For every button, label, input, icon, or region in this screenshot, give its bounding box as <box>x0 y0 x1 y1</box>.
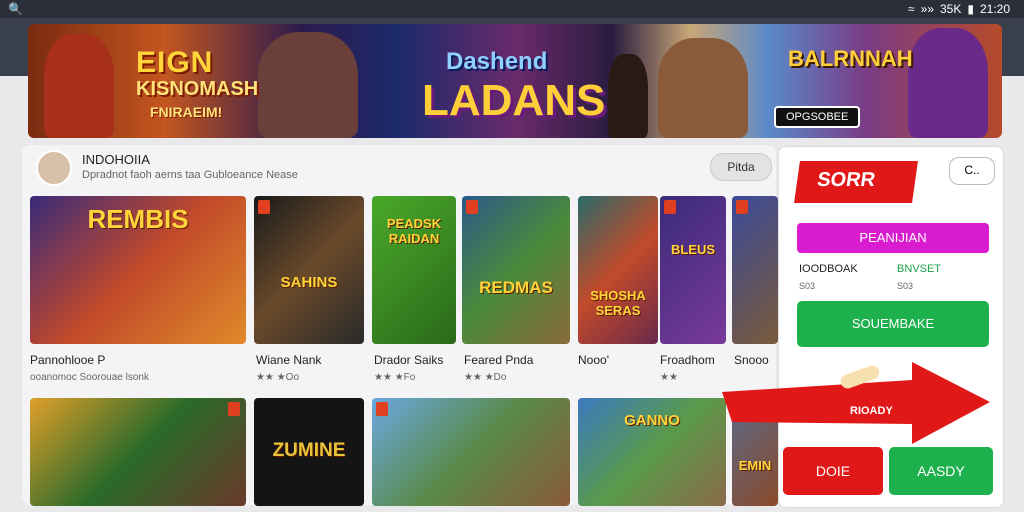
search-icon[interactable]: 🔍 <box>8 2 23 16</box>
game-rating: ★★ <box>660 372 678 383</box>
game-name[interactable]: Wiane Nank <box>256 353 321 367</box>
banner-tagline: FNIRAEIM! <box>150 104 223 120</box>
game-tile-title: SHOSHA SERAS <box>590 288 646 318</box>
panel-label-left: IOODBOAK <box>799 263 858 275</box>
ready-button[interactable]: AASDY <box>889 447 993 495</box>
badge-icon <box>736 200 748 214</box>
game-tile[interactable]: ZUMINE <box>254 398 364 506</box>
game-rating: ooanomoc Soorouae lsonk <box>30 372 149 383</box>
battery-text: 35K <box>940 2 962 16</box>
game-name[interactable]: Froadhom <box>660 353 715 367</box>
game-tile-title: REMBIS <box>87 204 189 234</box>
arrow-icon: RIOADY <box>722 362 990 444</box>
banner-subtitle: KISNOMASH <box>136 78 259 100</box>
game-tile[interactable]: PEADSK RAIDAN <box>372 196 456 344</box>
avatar[interactable] <box>36 150 72 186</box>
hero-figure <box>608 54 648 138</box>
game-tile-title: EMIN <box>738 458 772 473</box>
hero-figure <box>658 38 748 138</box>
panel-sign-text: SORR <box>815 169 877 191</box>
game-rating: ★★ ★Do <box>464 372 507 383</box>
banner-button[interactable]: OPGSOBEE <box>774 106 861 128</box>
game-tile[interactable] <box>732 196 778 344</box>
game-tile-title: PEADSK RAIDAN <box>386 216 442 246</box>
battery-icon: ▮ <box>967 2 974 16</box>
game-tile-title: SAHINS <box>280 274 338 291</box>
panel-sub-left: S03 <box>799 281 816 291</box>
banner-title: EIGN <box>136 46 214 79</box>
game-name[interactable]: Feared Pnda <box>464 353 533 367</box>
panel-label-right: BNVSET <box>897 263 942 275</box>
hero-figure <box>44 34 114 138</box>
game-tile[interactable]: REDMAS <box>462 196 570 344</box>
banner-center-top: Dashend <box>446 48 548 75</box>
hero-figure <box>908 28 988 138</box>
game-tile[interactable]: REMBIS <box>30 196 246 344</box>
game-tile-title: BLEUS <box>670 242 716 257</box>
panel-sub-right: S03 <box>897 281 914 291</box>
badge-icon <box>258 200 270 214</box>
banner-center-title: LADANS <box>422 76 606 125</box>
badge-icon <box>376 402 388 416</box>
badge-icon <box>228 402 240 416</box>
game-tile[interactable] <box>30 398 246 506</box>
badge-icon <box>664 200 676 214</box>
game-name[interactable]: Drador Saiks <box>374 353 443 367</box>
developer-subtitle: Dpradnot faoh aerns taa Gubloeance Nease <box>82 169 298 181</box>
game-tile[interactable] <box>372 398 570 506</box>
done-button[interactable]: DOIE <box>783 447 883 495</box>
game-rating: ★★ ★Fo <box>374 372 416 383</box>
game-tile[interactable]: SAHINS <box>254 196 364 344</box>
game-tile[interactable]: GANNO <box>578 398 726 506</box>
signal-icon: »» <box>920 2 934 16</box>
game-rating: ★★ ★Oo <box>256 372 300 383</box>
hero-figure <box>258 32 358 138</box>
game-tile[interactable]: SHOSHA SERAS <box>578 196 658 344</box>
close-button[interactable]: C.. <box>949 157 995 185</box>
status-bar: 🔍 ≈ »» 35K ▮ 21:20 <box>0 0 1024 18</box>
badge-icon <box>466 200 478 214</box>
game-tile-title: REDMAS <box>479 278 553 297</box>
purple-button[interactable]: PEANIJIAN <box>797 223 989 253</box>
game-name[interactable]: Nooo' <box>578 353 609 367</box>
game-tile-title: GANNO <box>624 412 680 429</box>
game-name[interactable]: Pannohlooe P <box>30 353 105 367</box>
developer-name: INDOHOIIA <box>82 152 150 167</box>
panel-sign: SORR <box>794 161 918 203</box>
promo-panel: SORR C.. PEANIJIAN IOODBOAK BNVSET S03 S… <box>778 146 1004 508</box>
game-tile-title: ZUMINE <box>272 440 346 461</box>
promo-banner[interactable]: EIGN KISNOMASH FNIRAEIM! Dashend LADANS … <box>28 24 1002 138</box>
game-tile[interactable]: BLEUS <box>660 196 726 344</box>
green-button[interactable]: SOUEMBAKE <box>797 301 989 347</box>
banner-right-title: BALRNNAH <box>788 46 913 71</box>
platform-button[interactable]: Pitda <box>710 153 772 181</box>
clock: 21:20 <box>979 2 1010 16</box>
wifi-icon: ≈ <box>908 2 915 16</box>
arrow-text: RIOADY <box>850 405 893 417</box>
